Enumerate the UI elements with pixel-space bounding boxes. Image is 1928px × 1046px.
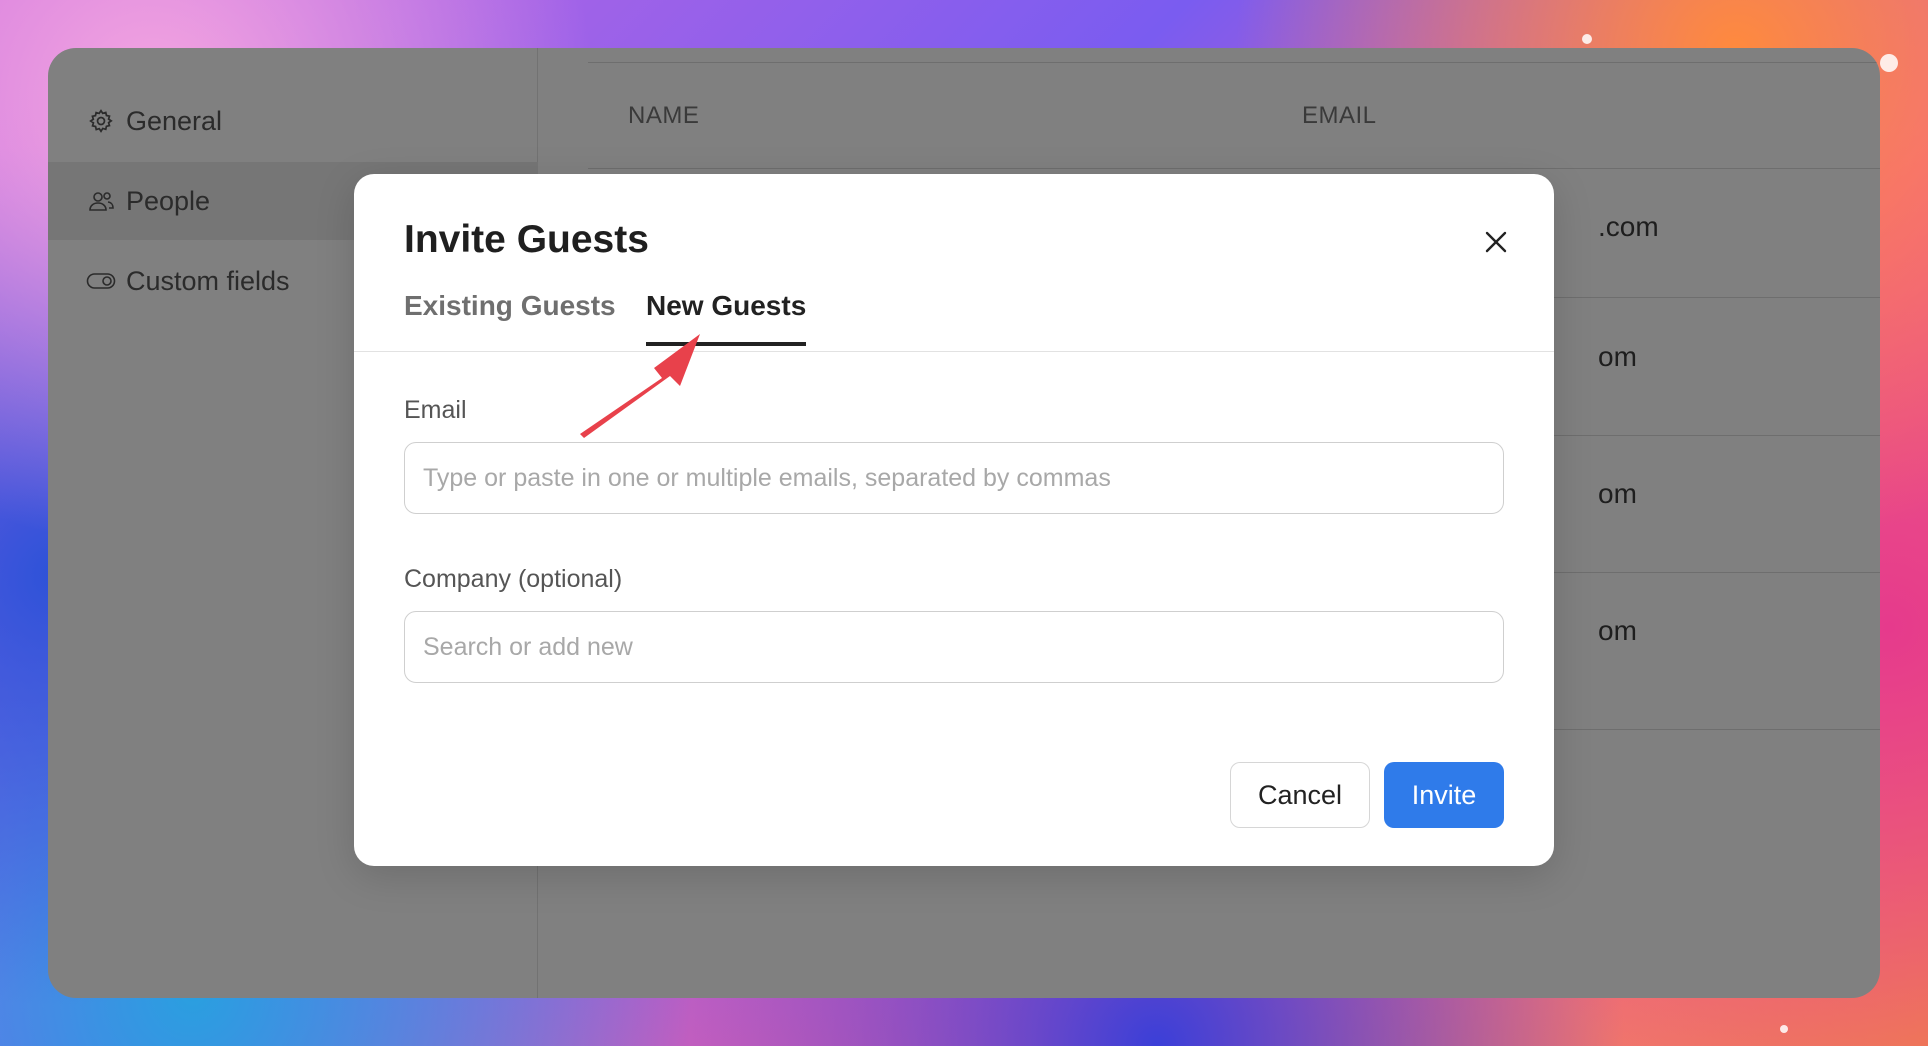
sidebar-item-label: Custom fields (126, 265, 290, 296)
divider (354, 351, 1554, 352)
tab-existing-guests[interactable]: Existing Guests (404, 290, 616, 346)
cancel-button[interactable]: Cancel (1230, 762, 1370, 828)
gear-icon (86, 106, 116, 136)
background-dot (1582, 34, 1592, 44)
close-icon (1484, 230, 1508, 259)
sidebar-item-label: People (126, 185, 211, 216)
sidebar-item-label: General (126, 105, 223, 136)
email-input[interactable] (404, 442, 1504, 514)
column-header-email: EMAIL (1302, 102, 1377, 129)
toggle-icon (86, 266, 116, 296)
email-label: Email (404, 396, 467, 424)
email-cell: om (1598, 615, 1637, 646)
email-cell: om (1598, 478, 1637, 509)
dialog-title: Invite Guests (404, 218, 649, 261)
background-dot (1880, 54, 1898, 72)
close-button[interactable] (1478, 226, 1514, 262)
company-search-input[interactable] (404, 611, 1504, 683)
divider (588, 62, 1880, 63)
sidebar-item-general[interactable]: General (48, 82, 538, 160)
divider (588, 168, 1880, 169)
column-header-name: NAME (628, 102, 700, 129)
company-label: Company (optional) (404, 565, 623, 593)
tab-new-guests[interactable]: New Guests (646, 290, 807, 346)
people-icon (86, 186, 116, 216)
background-dot (1780, 1025, 1788, 1033)
email-cell: .com (1598, 211, 1659, 242)
invite-guests-dialog: Invite Guests Existing Guests New Guests… (354, 174, 1554, 866)
email-cell: om (1598, 341, 1637, 372)
invite-button[interactable]: Invite (1384, 762, 1504, 828)
